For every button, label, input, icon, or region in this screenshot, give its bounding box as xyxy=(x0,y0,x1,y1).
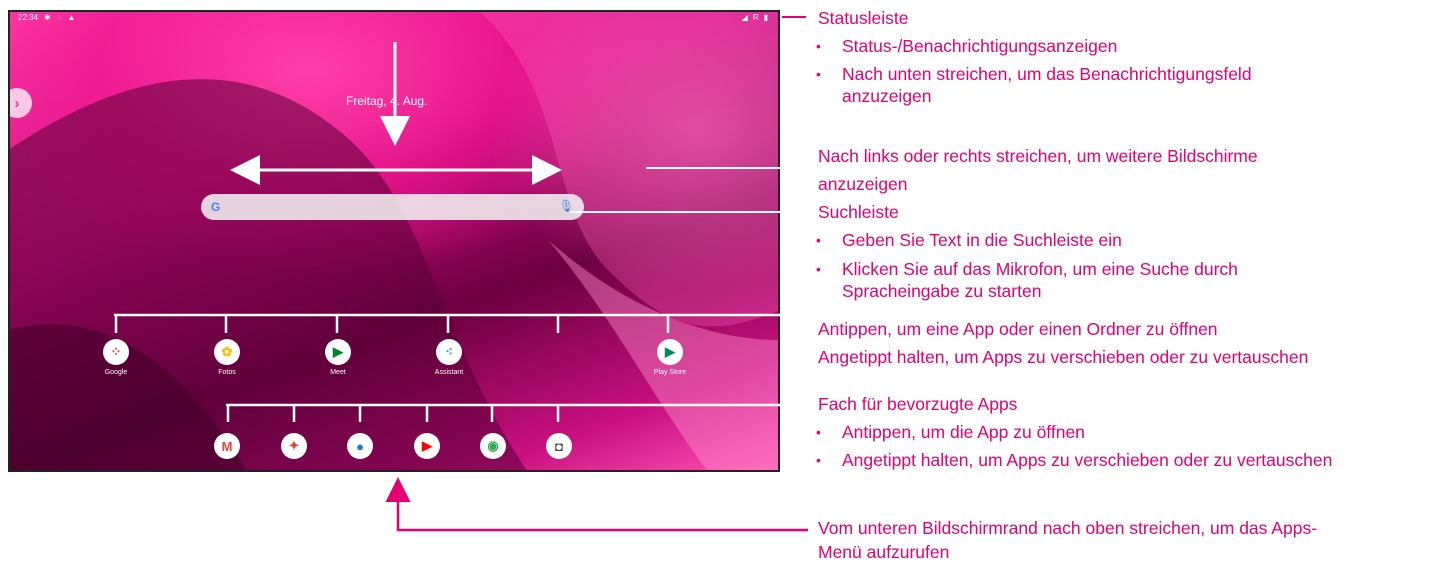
callout-favorites-title: Fach für bevorzugte Apps xyxy=(818,394,1018,414)
callout-favorites-bullet-2: • Angetippt halten, um Apps zu verschiebe… xyxy=(816,450,1333,470)
callout-statusbar-bullet-2: • Nach unten streichen, um das Benachrich… xyxy=(816,64,1252,106)
callout-searchbar-title: Suchleiste xyxy=(818,202,899,222)
callout-statusbar-title: Statusleiste xyxy=(818,8,909,28)
callout-favorites-bullet-1: • Antippen, um die App zu öffnen xyxy=(816,422,1085,442)
callout-apps-line-2: Angetippt halten, um Apps zu verschieben… xyxy=(818,347,1309,367)
callout-swipe-line-1: Nach links oder rechts streichen, um wei… xyxy=(818,146,1258,166)
callout-appsmenu-line-1: Vom unteren Bildschirmrand nach oben str… xyxy=(818,518,1318,538)
callout-searchbar-bullet-1: • Geben Sie Text in die Suchleiste ein xyxy=(816,230,1122,250)
callout-apps-line-1: Antippen, um eine App oder einen Ordner … xyxy=(818,319,1218,339)
callout-appsmenu-line-2: Menü aufzurufen xyxy=(818,542,950,562)
callout-statusbar-bullet-1: • Status-/Benachrichtigungsanzeigen xyxy=(816,36,1118,56)
callouts: Statusleiste • Status-/Benachrichtigungsa… xyxy=(0,0,1452,563)
callout-searchbar-bullet-2: • Klicken Sie auf das Mikrofon, um eine S… xyxy=(816,259,1238,301)
callout-swipe-line-2: anzuzeigen xyxy=(818,174,908,194)
